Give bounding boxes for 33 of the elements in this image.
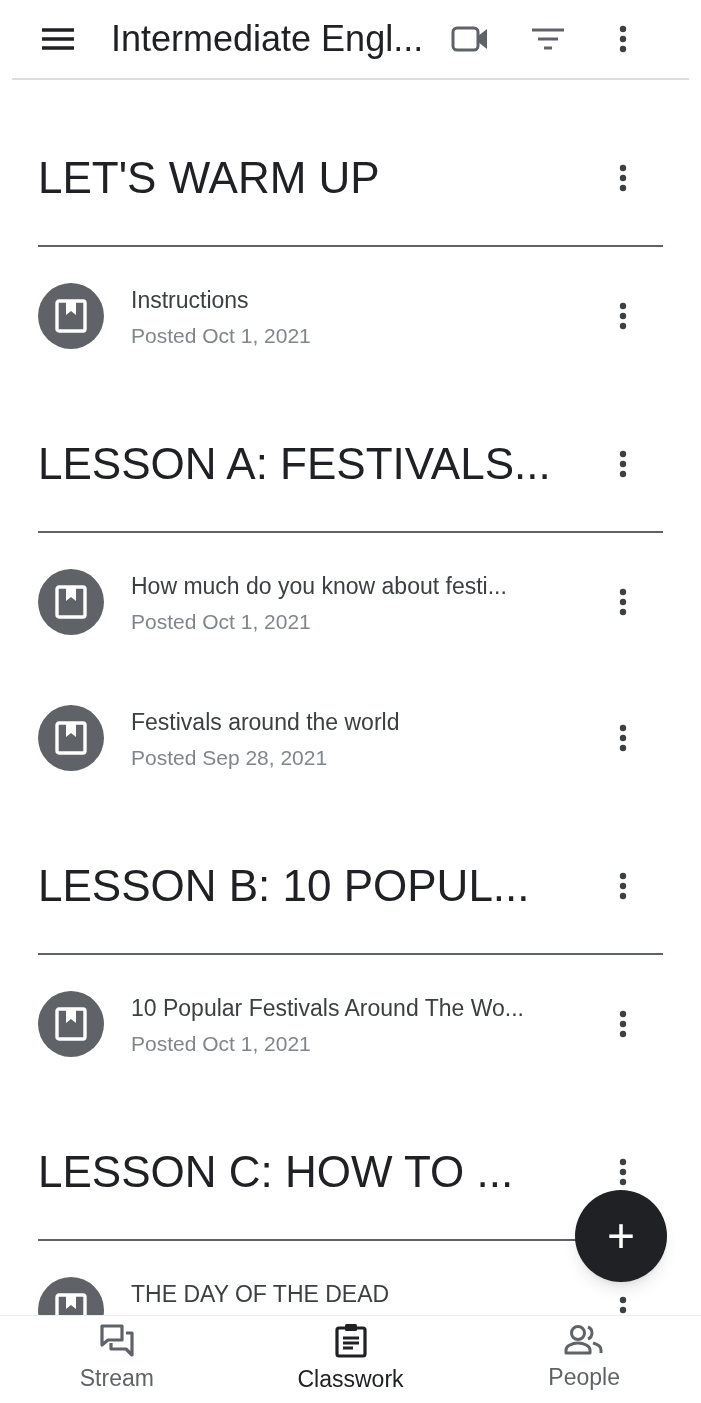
filter-icon[interactable] <box>532 28 565 50</box>
more-icon[interactable] <box>619 450 627 478</box>
class-title: Intermediate Engl... <box>111 17 424 61</box>
more-icon[interactable] <box>619 302 627 330</box>
chat-bubbles-icon <box>98 1323 135 1358</box>
more-icon[interactable] <box>619 1010 627 1038</box>
people-icon <box>564 1324 605 1357</box>
topic-heading: LESSON A: FESTIVALS... <box>38 438 551 490</box>
more-icon[interactable] <box>619 588 627 616</box>
more-icon[interactable] <box>619 1158 627 1186</box>
nav-tab[interactable]: Stream <box>0 1316 234 1403</box>
clipboard-icon <box>334 1322 367 1359</box>
item-title[interactable]: 10 Popular Festivals Around The Wo... <box>131 991 524 1026</box>
more-icon[interactable] <box>619 25 628 53</box>
topic-heading: LET'S WARM UP <box>38 152 380 204</box>
topic-heading: LESSON C: HOW TO ... <box>38 1146 514 1198</box>
posted-date: Posted Oct 1, 2021 <box>131 608 311 635</box>
item-title[interactable]: How much do you know about festi... <box>131 569 507 604</box>
posted-date: Posted Oct 1, 2021 <box>131 1030 311 1057</box>
topic-heading: LESSON B: 10 POPUL... <box>38 860 530 912</box>
nav-tab[interactable]: Classwork <box>233 1316 468 1403</box>
add-button[interactable]: + <box>575 1190 667 1282</box>
item-title[interactable]: Instructions <box>131 283 249 318</box>
menu-icon[interactable] <box>42 28 74 50</box>
more-icon[interactable] <box>619 164 627 192</box>
posted-date: Posted Sep 28, 2021 <box>131 744 328 771</box>
posted-date: Posted Oct 1, 2021 <box>131 322 311 349</box>
more-icon[interactable] <box>619 872 627 900</box>
nav-tab[interactable]: People <box>467 1316 701 1403</box>
item-title[interactable]: THE DAY OF THE DEAD <box>131 1277 390 1312</box>
video-camera-icon[interactable] <box>451 26 490 52</box>
more-icon[interactable] <box>619 724 627 752</box>
item-title[interactable]: Festivals around the world <box>131 705 400 740</box>
